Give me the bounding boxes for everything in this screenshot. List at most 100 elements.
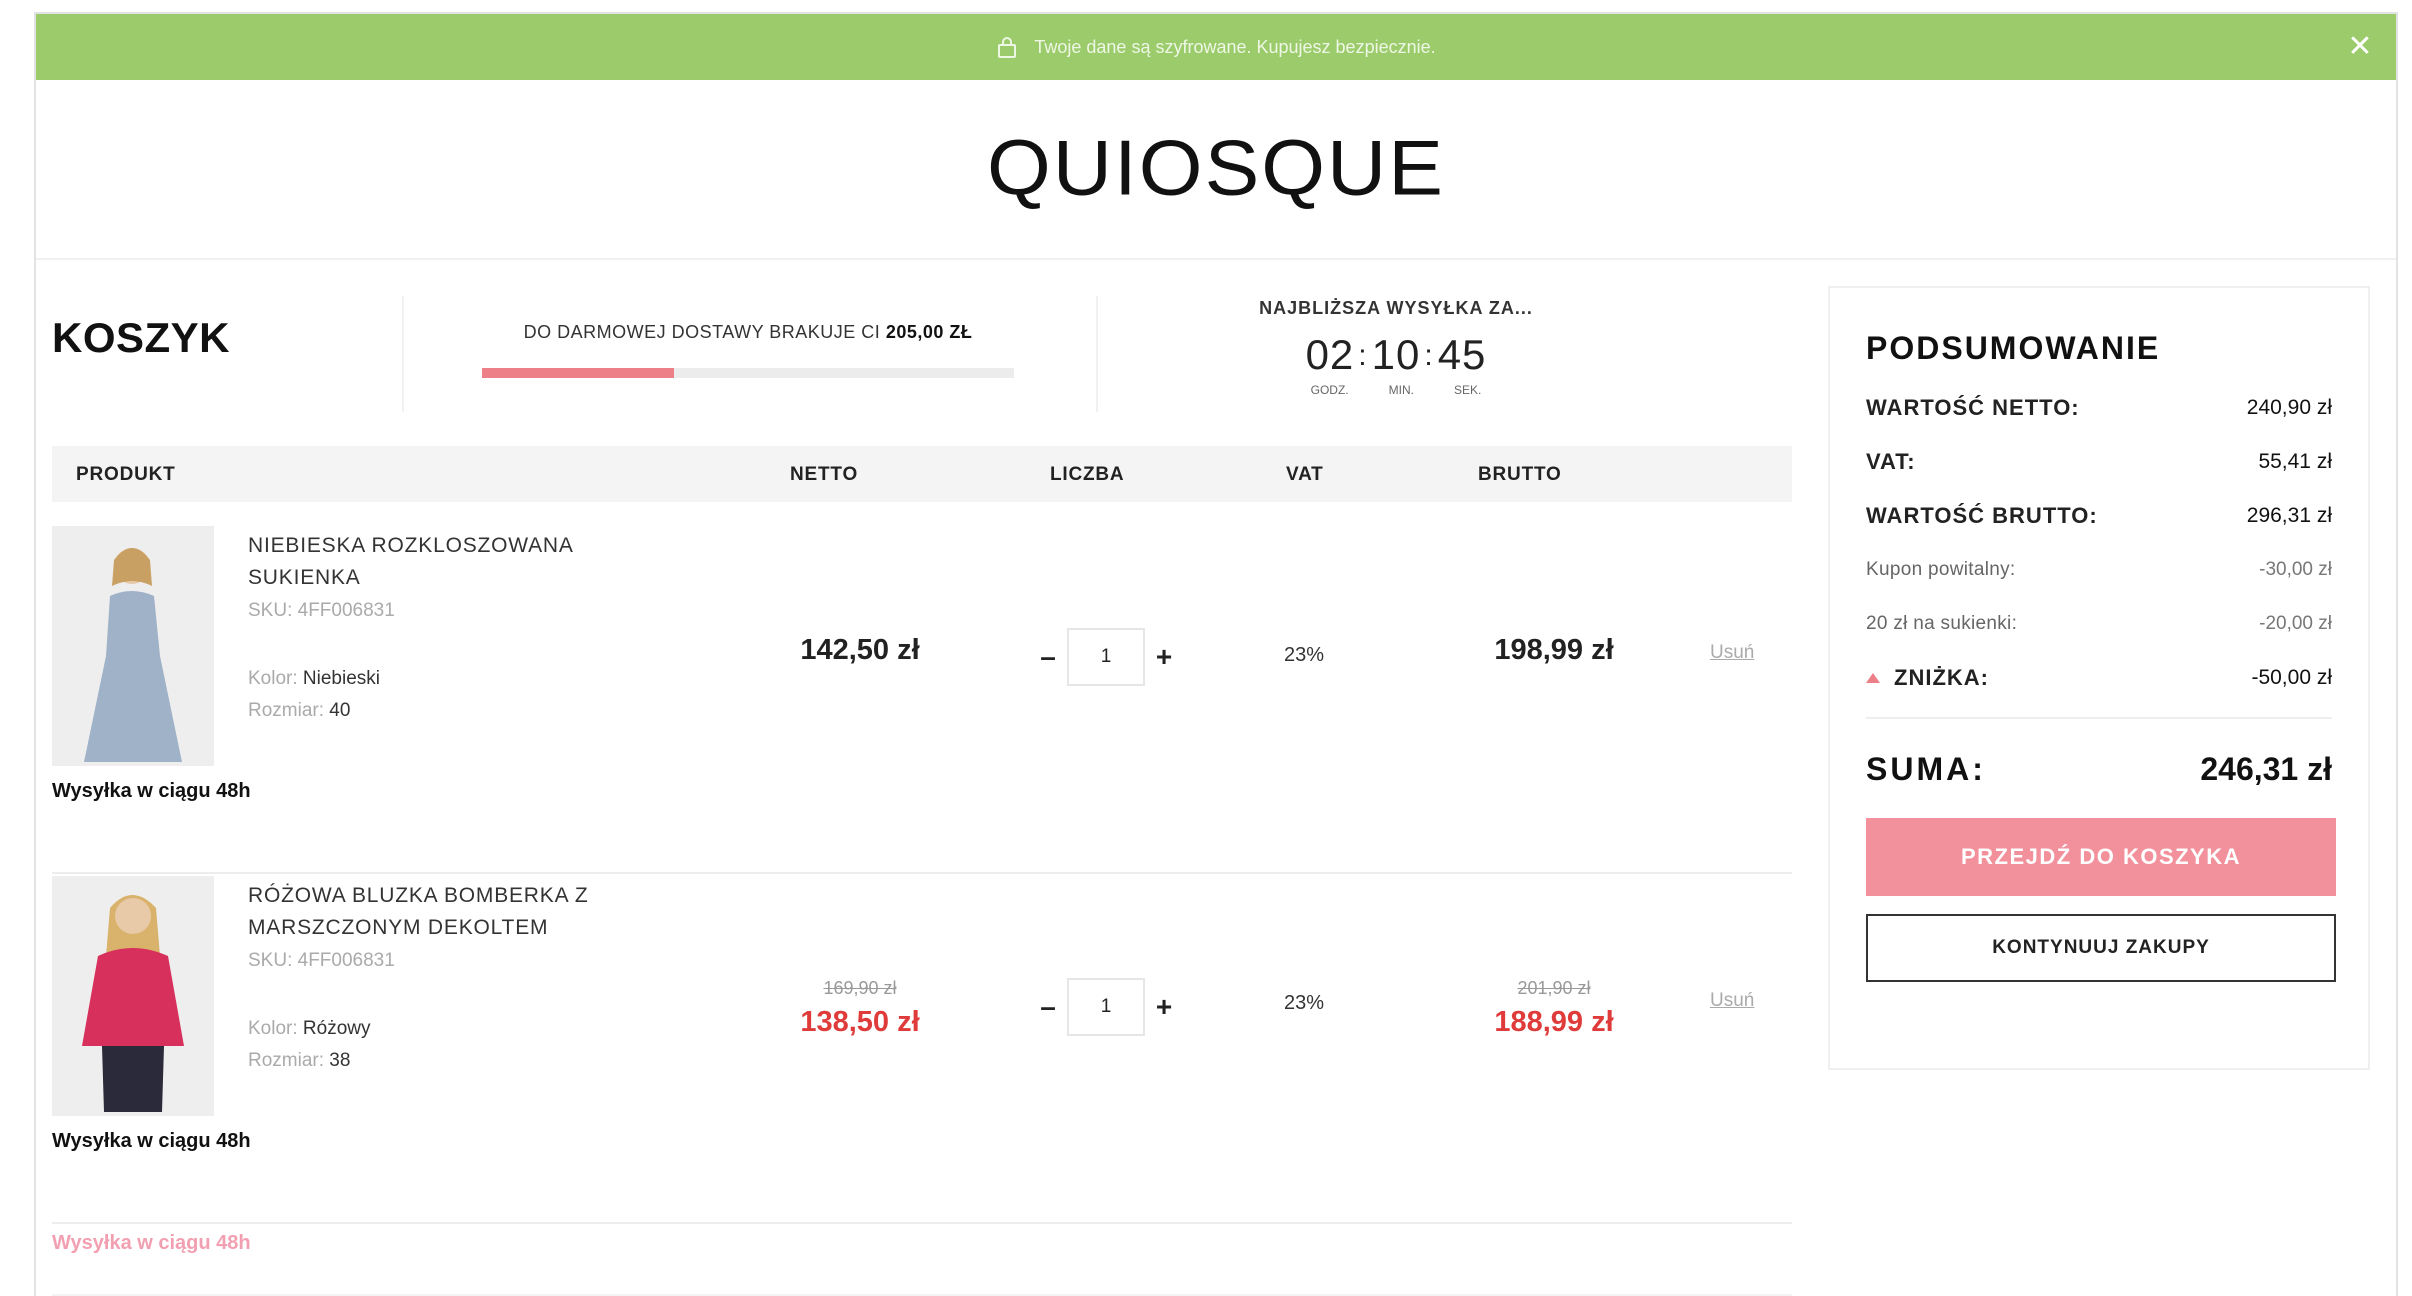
cart-table-header: PRODUKT NETTO LICZBA VAT BRUTTO (52, 446, 1792, 502)
countdown-separator: : (1358, 339, 1368, 372)
brutto-price: 198,99 zł (1494, 634, 1614, 666)
quantity-input[interactable]: 1 (1067, 628, 1145, 686)
countdown-separator: : (1424, 339, 1434, 372)
free-shipping-progress (482, 368, 1014, 378)
dress-discount-label: 20 zł na sukienki: (1866, 613, 2018, 634)
quantity-input[interactable]: 1 (1067, 978, 1145, 1036)
total-value: 246,31 zł (2200, 751, 2332, 787)
increase-button[interactable]: + (1152, 991, 1176, 1023)
close-icon[interactable]: ✕ (2344, 30, 2376, 63)
column-product: PRODUKT (76, 464, 176, 485)
progress-fill (482, 368, 674, 378)
total-label: SUMA: (1866, 751, 1986, 787)
security-banner: Twoje dane są szyfrowane. Kupujesz bezpi… (36, 14, 2396, 80)
shipping-note: Wysyłka w ciągu 48h (52, 780, 251, 802)
divider (402, 296, 404, 412)
free-shipping-text: DO DARMOWEJ DOSTAWY BRAKUJE CI (523, 322, 881, 342)
product-color: Kolor: Niebieski (248, 668, 380, 690)
color-label: Kolor: (248, 668, 298, 689)
quantity-stepper: – 1 + (1036, 628, 1176, 686)
summary-brutto-row: WARTOŚĆ BRUTTO: 296,31 zł (1866, 489, 2332, 543)
divider (1096, 296, 1098, 412)
shipping-note: Wysyłka w ciągu 48h (52, 1232, 251, 1254)
lock-icon (996, 36, 1018, 58)
table-row: RÓŻOWA BLUZKA BOMBERKA Z MARSZCZONYM DEK… (52, 876, 1792, 1224)
shipping-countdown: NAJBLIŻSZA WYSYŁKA ZA... 02 : 10 : 45 GO… (1226, 298, 1566, 397)
color-label: Kolor: (248, 1018, 298, 1039)
netto-value: 240,90 zł (2246, 396, 2332, 419)
column-netto: NETTO (790, 464, 859, 485)
countdown-minutes: 10 (1371, 331, 1421, 378)
product-image[interactable] (52, 526, 214, 766)
shipping-note: Wysyłka w ciągu 48h (52, 1130, 251, 1152)
order-summary: PODSUMOWANIE WARTOŚĆ NETTO: 240,90 zł VAT… (1828, 286, 2370, 1070)
product-sku: SKU: 4FF006831 (248, 950, 395, 971)
triangle-up-icon (1866, 673, 1880, 683)
column-brutto: BRUTTO (1478, 464, 1562, 485)
dress-discount-value: -20,00 zł (2259, 613, 2332, 634)
summary-total-row: SUMA: 246,31 zł (1866, 751, 2332, 788)
summary-title: PODSUMOWANIE (1866, 330, 2161, 366)
vat-value: 55,41 zł (2258, 450, 2332, 473)
free-shipping-amount: 205,00 ZŁ (885, 322, 973, 342)
remove-link[interactable]: Usuń (1710, 642, 1754, 664)
increase-button[interactable]: + (1152, 641, 1176, 673)
summary-dress-row: 20 zł na sukienki: -20,00 zł (1866, 597, 2332, 651)
product-name[interactable]: NIEBIESKA ROZKLOSZOWANA SUKIENKA (248, 530, 608, 594)
vat-rate: 23% (1284, 992, 1325, 1014)
brand-logo[interactable]: QUIOSQUE (987, 124, 1445, 213)
checkout-button[interactable]: PRZEJDŹ DO KOSZYKA (1866, 818, 2336, 896)
brutto-old-price: 201,90 zł (1517, 978, 1591, 998)
summary-discount-row[interactable]: ZNIŻKA: -50,00 zł (1866, 651, 2332, 705)
column-vat: VAT (1286, 464, 1324, 485)
countdown-seconds: 45 (1437, 331, 1487, 378)
decrease-button[interactable]: – (1036, 641, 1060, 673)
countdown-label: NAJBLIŻSZA WYSYŁKA ZA... (1259, 298, 1533, 318)
countdown-hours: 02 (1305, 331, 1355, 378)
netto-price: 142,50 zł (800, 634, 920, 666)
size-label: Rozmiar: (248, 700, 325, 721)
countdown-time: 02 : 10 : 45 (1226, 331, 1566, 379)
product-color: Kolor: Różowy (248, 1018, 371, 1040)
summary-vat-row: VAT: 55,41 zł (1866, 435, 2332, 489)
unit-minutes: MIN. (1388, 383, 1414, 397)
column-qty: LICZBA (1050, 464, 1125, 485)
netto-price: 138,50 zł (800, 1006, 920, 1038)
cart-title: KOSZYK (52, 314, 231, 361)
discount-label: ZNIŻKA: (1894, 665, 1989, 690)
vat-rate: 23% (1284, 644, 1325, 666)
brutto-value: 296,31 zł (2246, 504, 2332, 527)
size-value: 40 (329, 700, 351, 721)
summary-coupon-row: Kupon powitalny: -30,00 zł (1866, 543, 2332, 597)
brutto-label: WARTOŚĆ BRUTTO: (1866, 503, 2098, 528)
discount-value: -50,00 zł (2251, 666, 2332, 689)
netto-old-price: 169,90 zł (823, 978, 897, 998)
security-banner-text: Twoje dane są szyfrowane. Kupujesz bezpi… (1034, 36, 1436, 57)
size-value: 38 (329, 1050, 351, 1071)
table-row: NIEBIESKA ROZKLOSZOWANA SUKIENKA SKU: 4F… (52, 526, 1792, 874)
product-size: Rozmiar: 40 (248, 700, 350, 722)
discount-label-wrap: ZNIŻKA: (1866, 665, 1989, 691)
remove-link[interactable]: Usuń (1710, 990, 1754, 1012)
color-value: Niebieski (302, 668, 381, 689)
browser-window: Twoje dane są szyfrowane. Kupujesz bezpi… (34, 12, 2398, 1296)
brutto-price: 188,99 zł (1494, 1006, 1614, 1038)
continue-shopping-button[interactable]: KONTYNUUJ ZAKUPY (1866, 914, 2336, 982)
product-sku: SKU: 4FF006831 (248, 600, 395, 621)
coupon-value: -30,00 zł (2259, 559, 2332, 580)
product-image[interactable] (52, 876, 214, 1116)
summary-divider (1866, 717, 2332, 719)
netto-label: WARTOŚĆ NETTO: (1866, 395, 2080, 420)
free-shipping-info: DO DARMOWEJ DOSTAWY BRAKUJE CI 205,00 ZŁ (482, 322, 1014, 343)
product-size: Rozmiar: 38 (248, 1050, 350, 1072)
site-header: QUIOSQUE (36, 80, 2396, 260)
coupon-label: Kupon powitalny: (1866, 559, 2016, 580)
product-name[interactable]: RÓŻOWA BLUZKA BOMBERKA Z MARSZCZONYM DEK… (248, 880, 608, 944)
decrease-button[interactable]: – (1036, 991, 1060, 1023)
unit-seconds: SEK. (1453, 383, 1482, 397)
countdown-units: GODZ. MIN. SEK. (1226, 383, 1566, 397)
quantity-stepper: – 1 + (1036, 978, 1176, 1036)
summary-netto-row: WARTOŚĆ NETTO: 240,90 zł (1866, 381, 2332, 435)
size-label: Rozmiar: (248, 1050, 325, 1071)
color-value: Różowy (302, 1018, 371, 1039)
